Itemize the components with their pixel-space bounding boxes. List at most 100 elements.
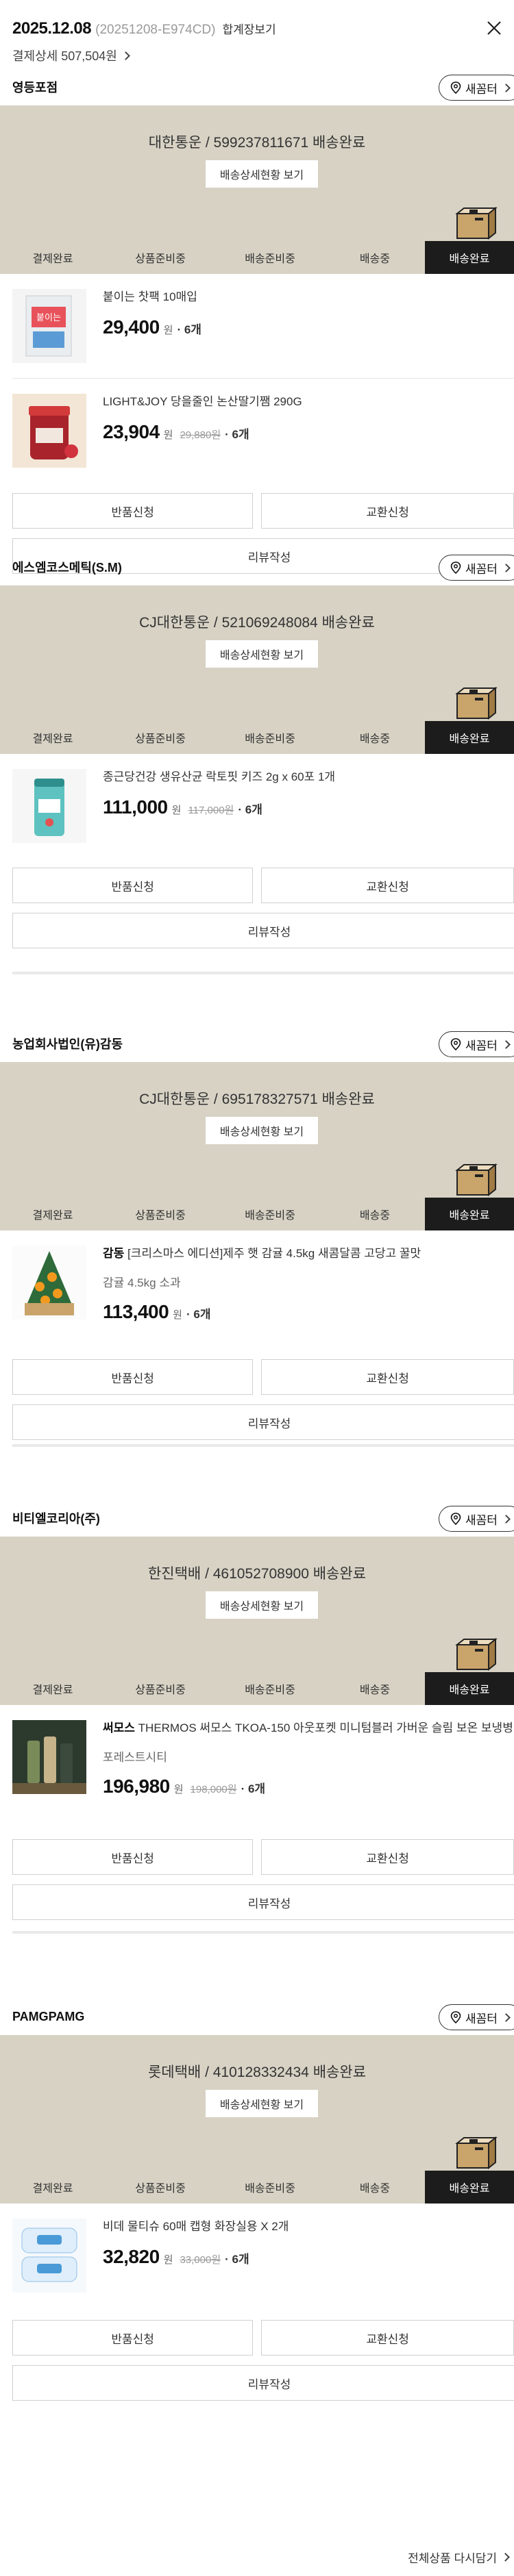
shipping-step: 배송중 — [359, 1684, 391, 1696]
seller-name: 농업회사법인(유)감동 — [12, 1037, 123, 1051]
newpost-label: 새꼼터 — [465, 562, 498, 576]
product-brand: 써모스 — [103, 1721, 135, 1734]
courier-tracking-text: CJ대한통운 / 695178327571 배송완료 — [139, 1091, 375, 1107]
delivery-box-icon — [455, 1637, 498, 1671]
newpost-label: 새꼼터 — [465, 1513, 498, 1527]
shipping-status-panel: 대한통운 / 599237811671 배송완료 배송상세현황 보기 결제완료 상품준… — [0, 105, 514, 274]
return-request-button[interactable]: 반품신청 — [12, 493, 254, 529]
product-name: 붙이는 찻팩 10매입 — [103, 290, 197, 303]
chevron-right-icon — [502, 2012, 511, 2022]
return-request-button[interactable]: 반품신청 — [12, 2320, 254, 2356]
delivery-box-icon — [455, 2136, 498, 2170]
location-pin-icon — [450, 1038, 461, 1050]
return-request-button[interactable]: 반품신청 — [12, 1839, 254, 1875]
courier-tracking-text: 롯데택배 / 410128332434 배송완료 — [147, 2064, 367, 2080]
seller-header: 비티엘코리아(주) 새꼼터 — [0, 1500, 514, 1537]
write-review-button[interactable]: 리뷰작성 — [12, 1404, 514, 1440]
product-title[interactable]: 비데 물티슈 60매 캡형 화장실용 X 2개 — [103, 2219, 514, 2235]
shipping-step: 배송완료 — [425, 241, 514, 274]
product-thumbnail[interactable] — [12, 769, 86, 843]
product-title[interactable]: 써모스 THERMOS 써모스 TKOA-150 아웃포켓 미니텀블러 가버운 … — [103, 1720, 514, 1737]
newpost-button[interactable]: 새꼼터 — [439, 75, 514, 101]
shipping-step: 상품준비중 — [135, 253, 186, 265]
newpost-button[interactable]: 새꼼터 — [439, 1031, 514, 1057]
product-thumbnail[interactable] — [12, 2219, 86, 2293]
newpost-button[interactable]: 새꼼터 — [439, 2004, 514, 2030]
return-request-button[interactable]: 반품신청 — [12, 1359, 254, 1395]
section-divider — [12, 972, 514, 974]
location-pin-icon — [450, 2011, 461, 2023]
tracking-detail-button[interactable]: 배송상세현황 보기 — [206, 160, 318, 188]
product-thumbnail[interactable] — [12, 1720, 86, 1794]
shipping-step: 결제완료 — [32, 733, 73, 745]
product-quantity: · 6개 — [225, 2253, 249, 2266]
product-title[interactable]: 종근당건강 생유산균 락토핏 키즈 2g x 60포 1개 — [103, 769, 514, 785]
newpost-button[interactable]: 새꼼터 — [439, 555, 514, 581]
receipt-link[interactable]: 합계장보기 — [222, 23, 276, 36]
chevron-right-icon — [502, 83, 511, 92]
return-request-button[interactable]: 반품신청 — [12, 868, 254, 903]
write-review-button[interactable]: 리뷰작성 — [12, 913, 514, 948]
shipping-step: 상품준비중 — [135, 1210, 186, 1222]
seller-header: 에스엠코스메틱(S.M) 새꼼터 — [0, 548, 514, 585]
tracking-detail-button[interactable]: 배송상세현황 보기 — [206, 640, 318, 668]
product-title[interactable]: 붙이는 찻팩 10매입 — [103, 289, 514, 305]
product-title[interactable]: LIGHT&JOY 당을줄인 논산딸기쨈 290G — [103, 394, 514, 410]
product-option: 감귤 4.5kg 소과 — [103, 1276, 181, 1289]
product-name: 종근당건강 생유산균 락토핏 키즈 2g x 60포 1개 — [103, 770, 336, 783]
write-review-button[interactable]: 리뷰작성 — [12, 1884, 514, 1920]
shipping-status-panel: CJ대한통운 / 521069248084 배송완료 배송상세현황 보기 결제완료 상… — [0, 585, 514, 754]
tracking-detail-button[interactable]: 배송상세현황 보기 — [206, 2090, 318, 2117]
order-item[interactable]: 감동 [크리스마스 에디션]제주 햇 감귤 4.5kg 새콤달콤 고당고 꿀맛감… — [0, 1230, 514, 1362]
exchange-request-button[interactable]: 교환신청 — [261, 2320, 514, 2356]
shipping-step: 상품준비중 — [135, 2183, 186, 2195]
currency-unit: 원 — [171, 805, 182, 816]
shipping-step: 상품준비중 — [135, 1684, 186, 1696]
price-row: 111,000 원 117,000원 · 6개 — [103, 796, 514, 818]
shipping-step: 배송완료 — [425, 721, 514, 754]
newpost-button[interactable]: 새꼼터 — [439, 1506, 514, 1532]
order-item[interactable]: 종근당건강 생유산균 락토핏 키즈 2g x 60포 1개 111,000 원 117… — [0, 754, 514, 858]
product-quantity: · 6개 — [241, 1782, 266, 1795]
exchange-request-button[interactable]: 교환신청 — [261, 868, 514, 903]
order-item[interactable]: 붙이는 붙이는 찻팩 10매입 29,400 원 · 6개 — [0, 274, 514, 378]
seller-name: PAMGPAMG — [12, 2009, 85, 2023]
shipping-step: 배송준비중 — [245, 2183, 295, 2195]
shipping-step: 결제완료 — [32, 1684, 73, 1696]
price-row: 23,904 원 29,880원 · 6개 — [103, 421, 514, 443]
close-icon[interactable] — [484, 18, 504, 38]
order-item[interactable]: LIGHT&JOY 당을줄인 논산딸기쨈 290G 23,904 원 29,880원 ·… — [0, 379, 514, 483]
courier-tracking-text: 대한통운 / 599237811671 배송완료 — [148, 135, 366, 151]
price-row: 32,820 원 33,000원 · 6개 — [103, 2246, 514, 2268]
exchange-request-button[interactable]: 교환신청 — [261, 1359, 514, 1395]
item-actions: 반품신청 교환신청리뷰작성 — [0, 868, 514, 948]
tracking-detail-button[interactable]: 배송상세현황 보기 — [206, 1117, 318, 1144]
shipping-step: 배송완료 — [425, 1672, 514, 1705]
item-actions: 반품신청 교환신청리뷰작성 — [0, 1839, 514, 1920]
newpost-label: 새꼼터 — [465, 82, 498, 96]
order-item[interactable]: 비데 물티슈 60매 캡형 화장실용 X 2개 32,820 원 33,000원 · 6… — [0, 2204, 514, 2308]
newpost-label: 새꼼터 — [465, 2012, 498, 2025]
product-thumbnail[interactable]: 붙이는 — [12, 289, 86, 363]
tracking-detail-button[interactable]: 배송상세현황 보기 — [206, 1591, 318, 1619]
shipping-step: 배송중 — [359, 733, 391, 745]
price-row: 196,980 원 198,000원 · 6개 — [103, 1776, 514, 1797]
product-title[interactable]: 감동 [크리스마스 에디션]제주 햇 감귤 4.5kg 새콤달콤 고당고 꿀맛 — [103, 1246, 514, 1262]
currency-unit: 원 — [163, 325, 173, 336]
exchange-request-button[interactable]: 교환신청 — [261, 1839, 514, 1875]
reorder-all-link[interactable]: 전체상품 다시담기 — [408, 2549, 510, 2566]
order-header: 2025.12.08 (20251208-E974CD) 합계장보기 결제상세 50… — [0, 0, 514, 68]
price-row: 113,400 원 · 6개 — [103, 1301, 514, 1323]
shipping-step: 배송완료 — [425, 1198, 514, 1230]
write-review-button[interactable]: 리뷰작성 — [12, 2365, 514, 2401]
reorder-all-label: 전체상품 다시담기 — [408, 2552, 497, 2565]
original-price: 33,000원 — [180, 2254, 221, 2266]
order-item[interactable]: 써모스 THERMOS 써모스 TKOA-150 아웃포켓 미니텀블러 가버운 … — [0, 1705, 514, 1836]
location-pin-icon — [450, 1513, 461, 1525]
payment-detail-link[interactable]: 결제상세 507,504원 — [12, 47, 502, 64]
chevron-right-icon — [502, 563, 511, 572]
exchange-request-button[interactable]: 교환신청 — [261, 493, 514, 529]
product-thumbnail[interactable] — [12, 1246, 86, 1319]
product-thumbnail[interactable] — [12, 394, 86, 468]
product-name: THERMOS 써모스 TKOA-150 아웃포켓 미니텀블러 가버운 슬림 보… — [138, 1721, 514, 1734]
